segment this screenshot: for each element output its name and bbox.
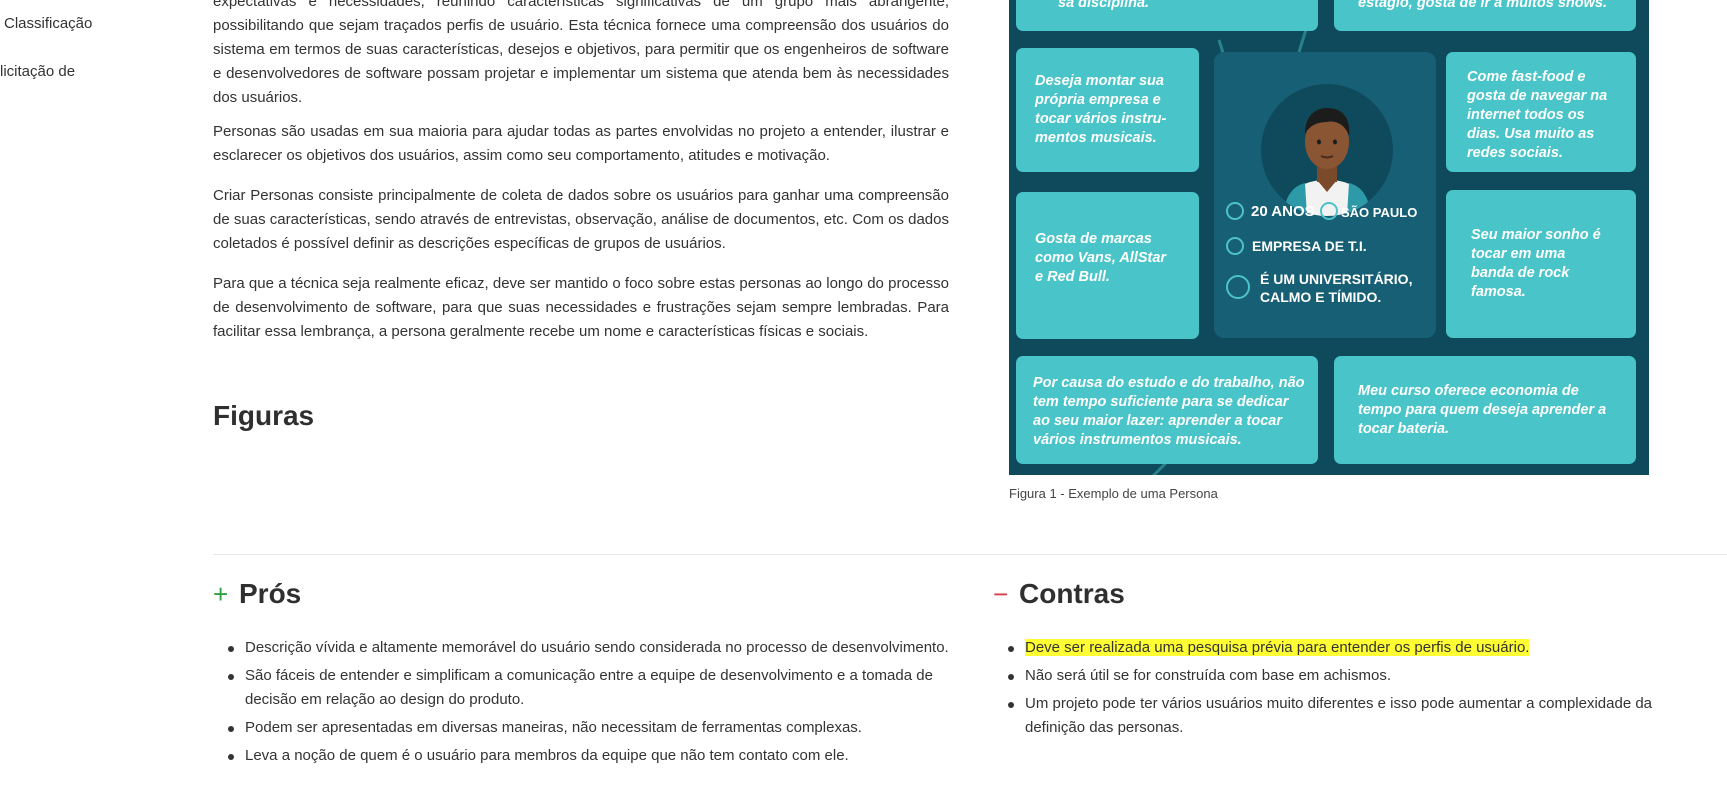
personality-face-icon [1226, 275, 1250, 299]
plus-icon: + [213, 579, 229, 609]
list-item: Podem ser apresentadas em diversas manei… [213, 716, 949, 740]
persona-card-course: Meu curso oferece economia de tempo para… [1334, 356, 1636, 464]
toc-item-elicitacao[interactable]: licitação de [0, 63, 75, 80]
persona-avatar [1261, 84, 1393, 216]
article-paragraph: expectativas e necessidades, reunindo ca… [213, 0, 949, 106]
highlighted-text: Deve ser realizada uma pesquisa prévia p… [1025, 639, 1530, 656]
list-item: Leva a noção de quem é o usuário para me… [213, 744, 949, 768]
persona-figure: sa disciplina. estágio, gosta de ir a mu… [1009, 0, 1649, 475]
persona-card-top-left: sa disciplina. [1016, 0, 1318, 31]
cons-title: Contras [1019, 578, 1125, 609]
article-paragraph: Para que a técnica seja realmente eficaz… [213, 275, 949, 340]
toc-item-classificacao[interactable]: Classificação [4, 15, 92, 32]
list-item: Um projeto pode ter vários usuários muit… [993, 692, 1693, 740]
persona-personality-line-2: CALMO E TÍMIDO. [1260, 289, 1382, 305]
persona-city: SÃO PAULO [1341, 205, 1418, 220]
persona-card-big-dream: Seu maior sonho é tocar em uma banda de … [1446, 190, 1636, 338]
article-paragraph: Criar Personas consiste principalmente d… [213, 187, 949, 252]
minus-icon: − [993, 579, 1009, 609]
pros-list: Descrição vívida e altamente memorável d… [213, 636, 949, 772]
persona-personality-line-1: É UM UNIVERSITÁRIO, [1260, 271, 1413, 287]
persona-card-frustration: Por causa do estudo e do trabalho, não t… [1016, 356, 1318, 464]
persona-card-brands: Gosta de marcas como Vans, AllStar e Red… [1016, 192, 1199, 339]
age-icon [1226, 202, 1244, 220]
list-item: Descrição vívida e altamente memorável d… [213, 636, 949, 660]
person-illustration-icon [1283, 108, 1371, 216]
persona-age: 20 ANOS [1251, 203, 1315, 220]
list-item: Deve ser realizada uma pesquisa prévia p… [993, 636, 1693, 660]
cons-heading: − Contras [993, 578, 1125, 610]
persona-card-top-right: estágio, gosta de ir a muitos shows. [1334, 0, 1636, 31]
article-paragraph: Personas são usadas em sua maioria para … [213, 123, 949, 164]
location-pin-icon [1320, 202, 1338, 220]
persona-card-business-dream: Deseja montar sua própria empresa e toca… [1016, 48, 1199, 172]
list-item: Não será útil se for construída com base… [993, 664, 1693, 688]
persona-company: EMPRESA DE T.I. [1252, 238, 1367, 254]
figures-heading: Figuras [213, 400, 315, 431]
figure-caption: Figura 1 - Exemplo de uma Persona [1009, 486, 1218, 501]
persona-profile-panel: 20 ANOS SÃO PAULO EMPRESA DE T.I. É UM U… [1214, 52, 1436, 338]
cons-list: Deve ser realizada uma pesquisa prévia p… [993, 636, 1693, 744]
job-icon [1226, 237, 1244, 255]
section-divider [213, 554, 1727, 555]
pros-title: Prós [239, 578, 302, 609]
list-item: São fáceis de entender e simplificam a c… [213, 664, 949, 712]
pros-heading: + Prós [213, 578, 301, 610]
persona-card-habits: Come fast-food e gosta de navegar na int… [1446, 52, 1636, 172]
